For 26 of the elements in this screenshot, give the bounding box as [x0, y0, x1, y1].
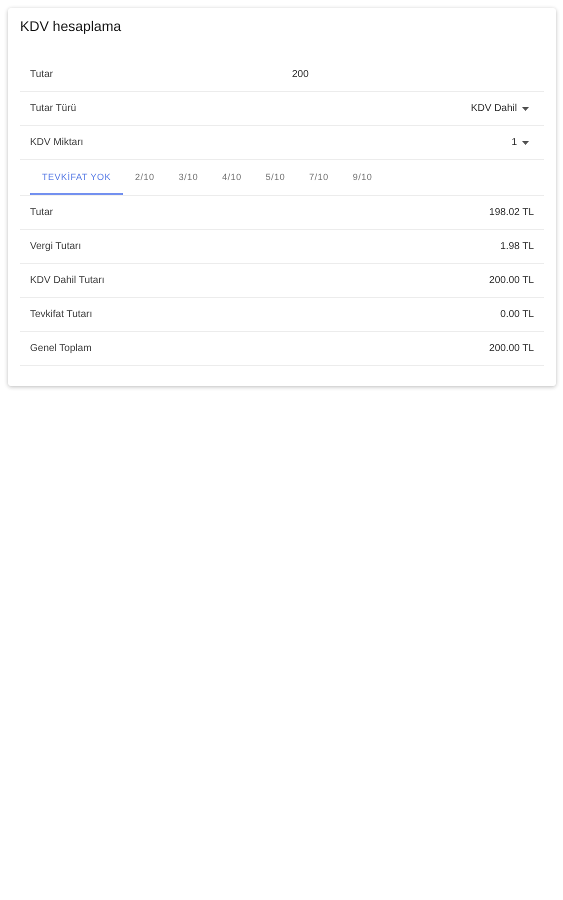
result-value: 200.00 TL — [489, 275, 534, 286]
result-label: Tevkifat Tutarı — [30, 309, 94, 320]
dropdown[interactable]: KDV Dahil — [470, 103, 529, 114]
tab[interactable]: TEVKİFAT YOK — [30, 160, 124, 195]
tab[interactable]: 3/10 — [166, 160, 210, 195]
dropdown[interactable]: 1 — [511, 137, 529, 148]
result-value: 1.98 TL — [500, 241, 534, 252]
tab[interactable]: 2/10 — [123, 160, 167, 195]
result-value: 0.00 TL — [500, 309, 534, 320]
field-label: Tutar — [30, 69, 54, 80]
caret-icon — [522, 106, 529, 110]
result-label: Genel Toplam — [30, 343, 93, 354]
card-title: KDV hesaplama — [20, 18, 122, 36]
field-label: Tutar Türü — [30, 103, 78, 114]
field-label: KDV Miktarı — [30, 137, 84, 148]
tab[interactable]: 9/10 — [340, 160, 384, 195]
tab[interactable]: 4/10 — [210, 160, 254, 195]
result-value: 200.00 TL — [489, 343, 534, 354]
tab[interactable]: 5/10 — [254, 160, 298, 195]
caret-icon — [522, 140, 529, 144]
result-label: KDV Dahil Tutarı — [30, 275, 106, 286]
result-label: Vergi Tutarı — [30, 241, 82, 252]
amount-field[interactable]: 200 — [292, 69, 392, 80]
tab[interactable]: 7/10 — [297, 160, 341, 195]
result-label: Tutar — [30, 207, 54, 218]
result-value: 198.02 TL — [489, 207, 534, 218]
